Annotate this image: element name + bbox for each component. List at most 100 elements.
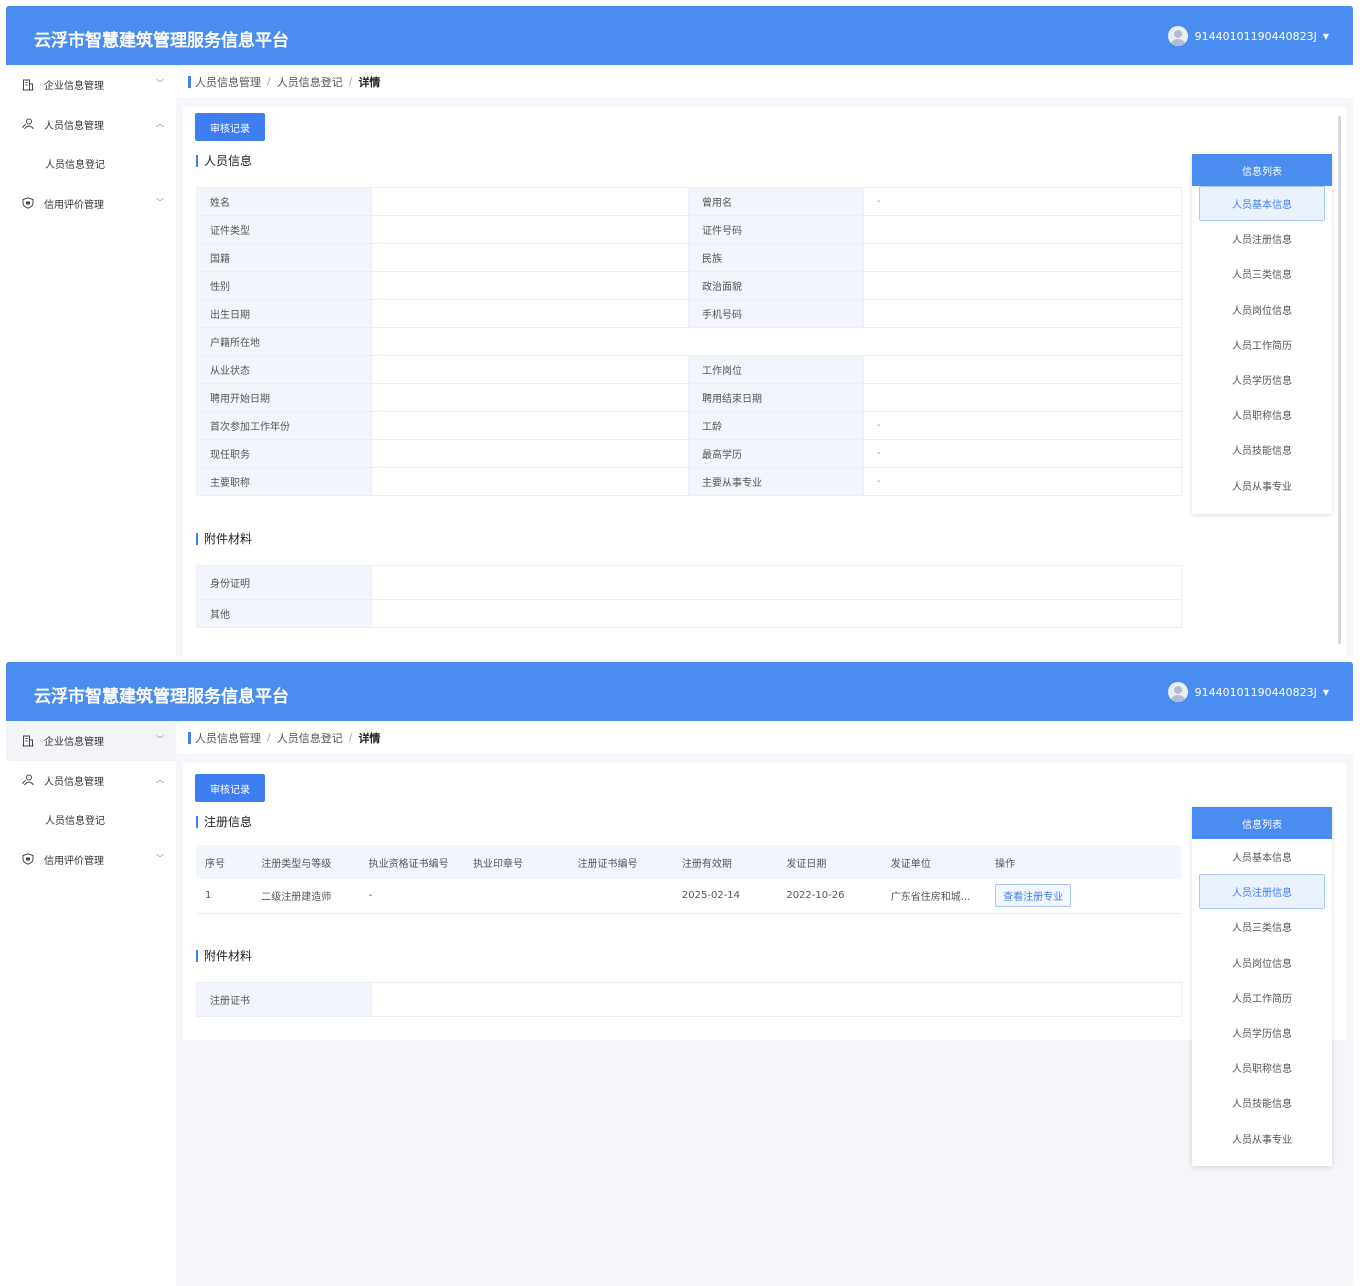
- audit-record-button[interactable]: 审核记录: [195, 774, 265, 802]
- sidebar-item-personnel[interactable]: 人员信息管理 ︿: [6, 105, 176, 145]
- info-list-item[interactable]: 人员注册信息: [1199, 221, 1325, 256]
- field-value: [371, 327, 1182, 356]
- breadcrumb-item[interactable]: 人员信息登记: [277, 730, 343, 746]
- breadcrumb-current: 详情: [358, 731, 381, 745]
- info-list-item[interactable]: 人员职称信息: [1199, 397, 1325, 432]
- scrollbar[interactable]: [1338, 116, 1341, 644]
- info-list-item[interactable]: 人员基本信息: [1199, 186, 1325, 222]
- info-row: 户籍所在地: [196, 327, 1182, 356]
- table-cell: 二级注册建造师: [252, 879, 360, 914]
- sidebar-item-enterprise[interactable]: 企业信息管理 ﹀: [6, 721, 176, 761]
- sidebar-item-credit[interactable]: 信用评价管理 ﹀: [6, 184, 176, 224]
- field-value: -: [863, 187, 1182, 216]
- breadcrumb-separator: /: [348, 75, 353, 88]
- section-marker: [196, 532, 198, 545]
- sidebar: 企业信息管理 ﹀ 人员信息管理 ︿ 人员信息登记 信用评价管理 ﹀: [6, 721, 176, 1286]
- info-list-nav: 信息列表 人员基本信息 人员注册信息 人员三类信息 人员岗位信息 人员工作简历 人员学历信…: [1192, 807, 1332, 1166]
- section-title-text: 人员信息: [204, 154, 253, 168]
- info-list-item[interactable]: 人员职称信息: [1199, 1050, 1325, 1085]
- info-list-items: 人员基本信息 人员注册信息 人员三类信息 人员岗位信息 人员工作简历 人员学历信息 人员职称…: [1192, 186, 1332, 503]
- column-header: 执业资格证书编号: [359, 845, 465, 879]
- section-title-personal: 人员信息: [196, 152, 252, 169]
- chevron-down-icon: ﹀: [156, 735, 164, 744]
- building-icon: [22, 735, 34, 747]
- field-label: 主要从事专业: [688, 467, 864, 496]
- detail-panel: 审核记录 人员信息 姓名 曾用名 - 证件类型 证件号码 国籍 民族 性别 政治面貌 出生日期 手机…: [183, 107, 1346, 656]
- view-reg-specialty-button[interactable]: 查看注册专业: [995, 884, 1072, 908]
- chevron-down-icon: ﹀: [156, 79, 164, 88]
- attachment-value: [371, 982, 1182, 1017]
- field-value: [863, 215, 1182, 244]
- info-list-item[interactable]: 人员注册信息: [1199, 874, 1325, 910]
- info-list-item[interactable]: 人员基本信息: [1199, 839, 1325, 874]
- info-list-title: 信息列表: [1192, 154, 1332, 186]
- sidebar-item-credit[interactable]: 信用评价管理 ﹀: [6, 840, 176, 880]
- breadcrumb-item[interactable]: 人员信息管理: [195, 74, 261, 90]
- field-value: [371, 243, 689, 272]
- info-list-item[interactable]: 人员从事专业: [1199, 468, 1325, 503]
- audit-record-button[interactable]: 审核记录: [195, 113, 265, 141]
- breadcrumb-item[interactable]: 人员信息管理: [195, 730, 261, 746]
- sidebar-item-personnel-register[interactable]: 人员信息登记: [6, 144, 176, 184]
- section-marker: [196, 815, 198, 828]
- registration-attachments-table: 注册证书: [196, 982, 1182, 1017]
- chevron-down-icon: ﹀: [156, 853, 164, 863]
- field-value: [371, 187, 689, 216]
- info-row: 从业状态 工作岗位: [196, 355, 1182, 384]
- breadcrumb-separator: /: [267, 75, 271, 88]
- field-value: [863, 271, 1182, 300]
- info-list-item[interactable]: 人员工作简历: [1199, 980, 1325, 1015]
- section-title-text: 注册信息: [204, 815, 253, 829]
- column-header: 序号: [196, 845, 253, 879]
- section-title-attachments: 附件材料: [196, 947, 252, 964]
- user-name: 91440101190440823J: [1194, 685, 1317, 699]
- user-menu[interactable]: 91440101190440823J ▼: [1167, 26, 1329, 46]
- info-list-item[interactable]: 人员学历信息: [1199, 362, 1325, 397]
- table-header-row: 序号 注册类型与等级 执业资格证书编号 执业印章号 注册证书编号 注册有效期 发证日期 发证单…: [196, 845, 1181, 879]
- caret-down-icon: ▼: [1322, 687, 1329, 697]
- field-value: -: [863, 411, 1182, 440]
- app-title: 云浮市智慧建筑管理服务信息平台: [34, 687, 289, 707]
- info-row: 证件类型 证件号码: [196, 215, 1182, 244]
- field-label: 工龄: [688, 411, 864, 440]
- avatar-icon: [1167, 26, 1188, 46]
- field-label: 聘用开始日期: [196, 383, 372, 412]
- field-label: 主要职称: [196, 467, 372, 496]
- field-value: [371, 467, 689, 496]
- info-list-items: 人员基本信息 人员注册信息 人员三类信息 人员岗位信息 人员工作简历 人员学历信息 人员职称…: [1192, 839, 1332, 1156]
- info-list-item[interactable]: 人员三类信息: [1199, 909, 1325, 944]
- sidebar: 企业信息管理 ﹀ 人员信息管理 ︿ 人员信息登记 信用评价管理 ﹀: [6, 65, 176, 656]
- field-label: 户籍所在地: [196, 327, 372, 356]
- top-header: 云浮市智慧建筑管理服务信息平台 91440101190440823J ▼: [6, 6, 1353, 65]
- sidebar-item-personnel-register[interactable]: 人员信息登记: [6, 800, 176, 840]
- info-list-item[interactable]: 人员学历信息: [1199, 1015, 1325, 1050]
- info-list-item[interactable]: 人员从事专业: [1199, 1121, 1325, 1156]
- column-header: 注册有效期: [672, 845, 778, 879]
- info-list-item[interactable]: 人员岗位信息: [1199, 292, 1325, 327]
- registration-table: 序号 注册类型与等级 执业资格证书编号 执业印章号 注册证书编号 注册有效期 发证日期 发证单…: [196, 845, 1181, 914]
- user-menu[interactable]: 91440101190440823J ▼: [1167, 682, 1329, 702]
- breadcrumb-marker: [188, 731, 191, 744]
- column-header: 操作: [986, 845, 1181, 879]
- sidebar-item-label: 人员信息管理: [44, 120, 104, 132]
- field-value: [371, 355, 689, 384]
- sidebar-item-enterprise[interactable]: 企业信息管理 ﹀: [6, 65, 176, 105]
- breadcrumb-item[interactable]: 人员信息登记: [277, 74, 343, 90]
- info-list-item[interactable]: 人员工作简历: [1199, 327, 1325, 362]
- field-label: 最高学历: [688, 439, 864, 468]
- info-list-item[interactable]: 人员技能信息: [1199, 1085, 1325, 1120]
- sidebar-item-label: 人员信息登记: [45, 816, 105, 828]
- column-header: 发证单位: [881, 845, 987, 879]
- sidebar-item-personnel[interactable]: 人员信息管理 ︿: [6, 761, 176, 801]
- info-list-item[interactable]: 人员岗位信息: [1199, 945, 1325, 980]
- info-list-item[interactable]: 人员三类信息: [1199, 256, 1325, 291]
- field-label: 工作岗位: [688, 355, 864, 384]
- table-row: 1 二级注册建造师 - 2025-02-14 2022-10-26 广东省住房和城... 查…: [196, 879, 1181, 914]
- attachment-value: [371, 565, 1182, 600]
- info-list-item[interactable]: 人员技能信息: [1199, 432, 1325, 467]
- field-label: 政治面貌: [688, 271, 864, 300]
- field-value: -: [863, 467, 1182, 496]
- section-title-text: 附件材料: [204, 949, 253, 963]
- screen-registration-info: 云浮市智慧建筑管理服务信息平台 91440101190440823J ▼ 企业信…: [6, 662, 1353, 1286]
- table-cell: 2025-02-14: [672, 879, 778, 914]
